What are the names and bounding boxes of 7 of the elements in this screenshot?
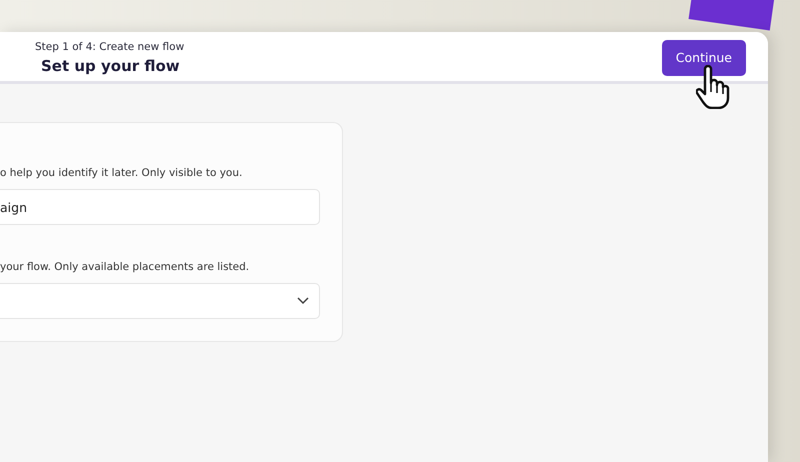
- field-hint: o help you identify it later. Only visible to you.: [0, 167, 244, 179]
- page-title: Set up your flow: [40, 56, 181, 74]
- field-hint: your flow. Only available placements are listed.: [0, 261, 250, 273]
- name-input-field[interactable]: aign: [0, 189, 320, 225]
- chevron-down-icon: [297, 297, 309, 305]
- placement-dropdown[interactable]: [0, 283, 320, 319]
- step-label: Step 1 of 4: Create new flow: [35, 40, 184, 52]
